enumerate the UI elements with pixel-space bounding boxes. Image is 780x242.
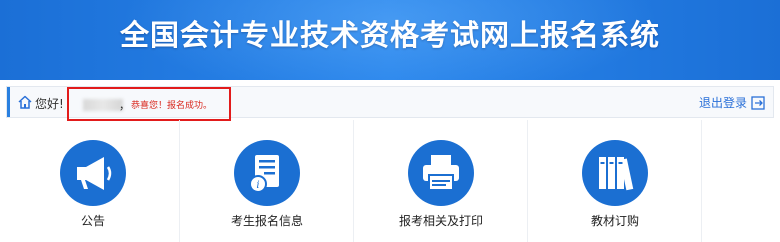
tile-label: 考生报名信息 <box>230 214 303 228</box>
textbook-icon-circle <box>582 140 648 206</box>
announcement-icon-circle <box>60 140 126 206</box>
logout-button[interactable]: 退出登录 <box>699 94 765 111</box>
function-tiles: 公告 i 考生报名信息 报考相关及打印 教材订购 <box>6 120 774 242</box>
user-info-bar: 您好! ， 恭喜您！报名成功。 退出登录 <box>6 86 774 121</box>
printer-icon <box>423 155 459 191</box>
info-document-icon: i <box>249 155 279 193</box>
home-icon[interactable] <box>17 94 33 110</box>
megaphone-icon <box>77 157 112 190</box>
tile-registration-print[interactable]: 报考相关及打印 <box>354 120 528 242</box>
tile-label: 报考相关及打印 <box>398 214 483 228</box>
tile-label: 教材订购 <box>590 214 639 228</box>
print-icon-circle <box>408 140 474 206</box>
candidate-info-icon-circle: i <box>234 140 300 206</box>
tile-label: 公告 <box>80 214 105 228</box>
logout-icon <box>751 95 765 110</box>
svg-text:i: i <box>256 180 259 191</box>
success-message: 恭喜您！报名成功。 <box>131 101 213 111</box>
header-banner: 全国会计专业技术资格考试网上报名系统 <box>0 0 780 80</box>
page-title: 全国会计专业技术资格考试网上报名系统 <box>119 18 660 52</box>
books-icon <box>599 157 634 191</box>
userbar-accent <box>7 87 10 117</box>
tile-candidate-info[interactable]: i 考生报名信息 <box>180 120 354 242</box>
greeting-text: 您好! <box>35 97 64 111</box>
tile-announcement[interactable]: 公告 <box>6 120 180 242</box>
logout-label: 退出登录 <box>698 96 747 110</box>
tile-empty <box>702 120 774 242</box>
success-highlight-box: ， 恭喜您！报名成功。 <box>67 87 231 121</box>
redacted-username <box>83 99 123 111</box>
tile-textbook-order[interactable]: 教材订购 <box>528 120 702 242</box>
comma-text: ， <box>119 99 130 112</box>
